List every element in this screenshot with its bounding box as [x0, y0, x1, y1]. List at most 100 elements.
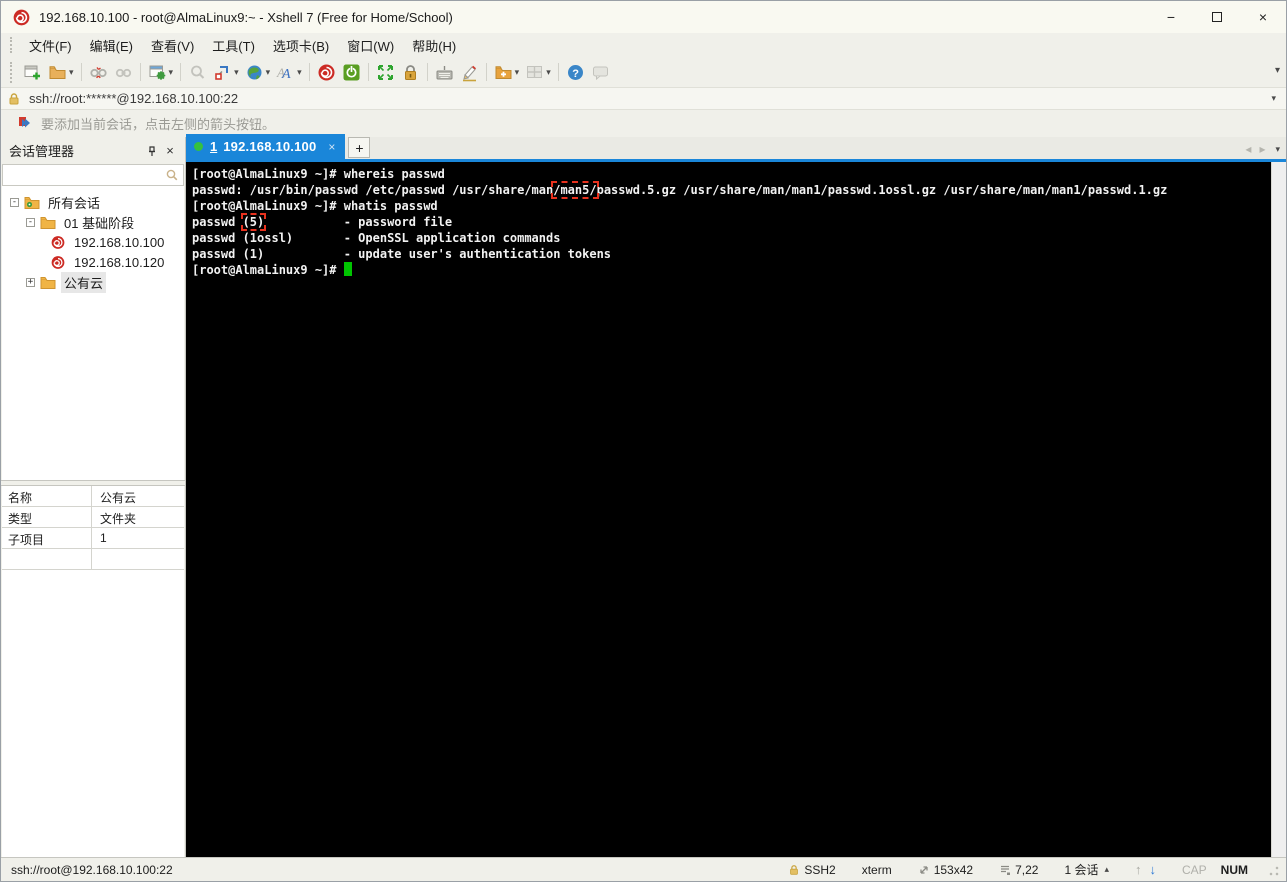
new-folder-button[interactable]: ▾ [491, 59, 523, 85]
address-dropdown[interactable]: ▾ [1271, 93, 1276, 104]
toolbar-overflow-dropdown[interactable]: ▾ [1275, 65, 1280, 76]
font-button[interactable]: A A ▾ [273, 59, 305, 85]
menu-help[interactable]: 帮助(H) [403, 34, 465, 57]
menu-edit[interactable]: 编辑(E) [81, 34, 142, 57]
tree-node-all-sessions[interactable]: - 所有会话 [2, 192, 184, 212]
minimize-button[interactable]: − [1148, 1, 1194, 33]
split-pane-icon [527, 65, 543, 78]
disconnect-button[interactable] [86, 59, 111, 85]
session-manager-title: 会话管理器 [9, 144, 75, 159]
menu-file[interactable]: 文件(F) [20, 34, 81, 57]
add-session-flag-icon [19, 116, 30, 127]
status-caps-lock: CAP [1181, 862, 1207, 877]
xshell-app-icon [13, 9, 30, 25]
session-properties-dropdown[interactable]: ▾ [169, 67, 174, 78]
lock-screen-button[interactable] [398, 59, 423, 85]
tab-label: 192.168.10.100 [223, 139, 317, 154]
terminal[interactable]: [root@AlmaLinux9 ~]# whereis passwd pass… [186, 162, 1271, 857]
new-folder-dropdown[interactable]: ▾ [515, 67, 520, 78]
property-row: 名称 公有云 [2, 485, 184, 507]
address-value[interactable]: ssh://root:******@192.168.10.100:22 [29, 91, 1269, 106]
status-num-lock: NUM [1220, 862, 1248, 877]
split-pane-dropdown[interactable]: ▾ [546, 67, 551, 78]
virtual-keyboard-button[interactable] [432, 59, 457, 85]
menu-view[interactable]: 查看(V) [142, 34, 203, 57]
new-session-button[interactable] [20, 59, 45, 85]
menu-tools[interactable]: 工具(T) [203, 34, 264, 57]
tab-session-active[interactable]: 1 192.168.10.100 × [186, 134, 346, 159]
split-pane-button[interactable]: ▾ [522, 59, 554, 85]
tree-node-host1[interactable]: 192.168.10.100 [2, 232, 184, 252]
session-icon [51, 255, 65, 269]
xshell-button[interactable] [314, 59, 339, 85]
tab-scroll-right-icon[interactable]: ▸ [1259, 142, 1265, 156]
reconnect-icon [115, 68, 131, 77]
annotation-box-section5: (5) [240, 213, 267, 231]
compose-pane-button[interactable] [457, 59, 482, 85]
session-properties-button[interactable]: ▾ [145, 59, 177, 85]
toolbar: ▾ ▾ ▾ ▾ A A ▾ ▾ ▾ ? ▾ [1, 57, 1286, 87]
status-terminal-size[interactable]: 153x42 [918, 863, 973, 877]
addressbar[interactable]: ssh://root:******@192.168.10.100:22 ▾ [1, 87, 1286, 109]
upload-arrow-icon[interactable]: ↑ [1135, 862, 1142, 877]
status-terminal-type[interactable]: xterm [862, 863, 892, 877]
session-count-dropdown-icon[interactable]: ▴ [1104, 864, 1109, 875]
tile-layout-dropdown[interactable]: ▾ [234, 67, 239, 78]
folder-plus-icon [495, 65, 512, 79]
window-resize-grip[interactable] [1266, 862, 1280, 877]
expand-icon[interactable]: + [26, 277, 35, 287]
menubar-drag-handle[interactable] [10, 36, 15, 54]
xftp-button[interactable] [339, 59, 364, 85]
maximize-button[interactable] [1194, 1, 1240, 33]
compose-pen-icon [462, 65, 476, 81]
session-search-box[interactable] [2, 164, 184, 186]
session-search-input[interactable] [3, 166, 165, 184]
tab-scroll-left-icon[interactable]: ◂ [1245, 142, 1251, 156]
status-connection: ssh://root@192.168.10.100:22 [11, 862, 173, 877]
tree-label[interactable]: 01 基础阶段 [61, 212, 137, 233]
pin-panel-button[interactable] [143, 142, 161, 160]
encoding-button[interactable]: ▾ [242, 59, 274, 85]
search-icon[interactable] [165, 168, 179, 182]
tab-list-dropdown[interactable]: ▾ [1275, 144, 1280, 155]
open-session-button[interactable]: ▾ [45, 59, 77, 85]
menu-tabs[interactable]: 选项卡(B) [264, 34, 338, 57]
tree-node-cloud[interactable]: + 公有云 [2, 271, 184, 293]
terminal-scrollbar[interactable] [1271, 162, 1286, 857]
font-dropdown[interactable]: ▾ [297, 67, 302, 78]
tile-layout-button[interactable]: ▾ [210, 59, 242, 85]
tree-node-group[interactable]: - 01 基础阶段 [2, 212, 184, 232]
close-panel-button[interactable]: × [161, 142, 179, 160]
tree-label[interactable]: 所有会话 [45, 192, 103, 213]
toolbar-drag-handle[interactable] [10, 61, 15, 83]
status-session-count[interactable]: 1 会话 ▴ [1064, 861, 1109, 878]
property-value: 文件夹 [100, 511, 137, 526]
disconnect-icon [89, 66, 107, 78]
font-icon: A A [276, 65, 291, 82]
folder-icon [40, 216, 56, 229]
close-button[interactable]: × [1240, 1, 1286, 33]
find-icon [191, 65, 205, 79]
open-session-dropdown[interactable]: ▾ [69, 67, 74, 78]
tree-node-host2[interactable]: 192.168.10.120 [2, 252, 184, 272]
download-arrow-icon[interactable]: ↓ [1149, 862, 1156, 877]
help-button[interactable]: ? [563, 59, 588, 85]
tree-label[interactable]: 192.168.10.100 [71, 234, 167, 251]
annotation-box-man5: /man5/ [551, 181, 599, 199]
reconnect-button[interactable] [111, 59, 136, 85]
new-tab-button[interactable]: + [348, 137, 371, 158]
tree-label[interactable]: 公有云 [61, 271, 107, 293]
xftp-icon [343, 64, 360, 80]
tab-close-icon[interactable]: × [328, 140, 335, 154]
session-icon [51, 235, 65, 249]
encoding-dropdown[interactable]: ▾ [266, 67, 271, 78]
fullscreen-button[interactable] [373, 59, 398, 85]
find-button[interactable] [185, 59, 210, 85]
collapse-icon[interactable]: - [26, 217, 35, 227]
tree-label[interactable]: 192.168.10.120 [71, 254, 167, 271]
menu-window[interactable]: 窗口(W) [338, 34, 403, 57]
feedback-button[interactable] [588, 59, 613, 85]
status-lock-icon [790, 864, 799, 875]
collapse-icon[interactable]: - [10, 197, 19, 207]
session-tree: - 所有会话 - 01 基础阶段 192.168.10.100 192.168.… [2, 186, 184, 480]
